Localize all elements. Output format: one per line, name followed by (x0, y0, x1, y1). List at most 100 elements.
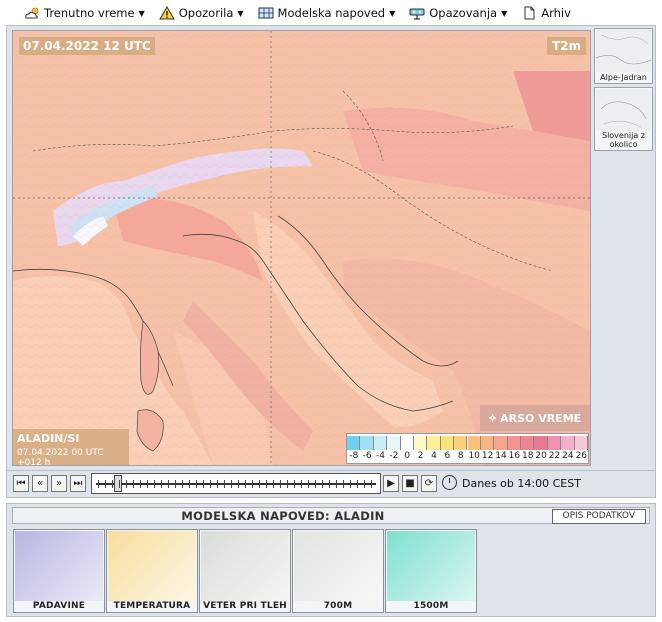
product-image (201, 531, 289, 601)
legend-label: -4 (375, 451, 385, 461)
menu-label: Modelska napoved (277, 6, 386, 20)
slider-tick (189, 480, 190, 488)
slider-tick (301, 480, 302, 488)
slider-tick (161, 480, 162, 488)
menu-label: Trenutno vreme (44, 6, 135, 20)
product-thumb-700m[interactable]: 700M (292, 529, 384, 613)
slider-tick (280, 480, 281, 488)
slider-tick (294, 480, 295, 488)
slider-handle[interactable] (114, 475, 122, 492)
menu-trenutno-vreme[interactable]: Trenutno vreme ▼ (24, 6, 145, 20)
data-description-button[interactable]: OPIS PODATKOV (551, 509, 646, 524)
slider-tick (147, 480, 148, 488)
product-panel: MODELSKA NAPOVED: ALADIN OPIS PODATKOV P… (6, 503, 656, 617)
legend-swatch (387, 436, 401, 450)
legend-swatch (494, 436, 508, 450)
product-label: VETER PRI TLEH (203, 601, 287, 611)
arso-logo-icon: ⟡ (488, 411, 497, 424)
model-info: ALADIN/SI 07.04.2022 00 UTC +012 h (13, 429, 129, 465)
region-map-image (596, 89, 651, 131)
region-thumb-slovenija[interactable]: Slovenija z okolico (594, 87, 653, 151)
temperature-map-graphic (13, 31, 590, 465)
menu-label: Opozorila (178, 6, 234, 20)
first-frame-button[interactable]: ⏮ (13, 475, 29, 492)
play-button[interactable]: ▶ (383, 475, 399, 492)
animation-controls: ⏮ « » ⏭ ▶ ■ ⟳ Danes ob 14:00 CEST (6, 471, 656, 498)
legend-label: 12 (481, 451, 494, 461)
slider-tick (308, 480, 309, 488)
legend-label: 18 (522, 451, 534, 461)
play-icon: ▶ (387, 478, 395, 489)
product-thumb-padavine[interactable]: PADAVINE (13, 529, 105, 613)
current-time-label: Danes ob 14:00 CEST (462, 477, 581, 490)
product-thumb-veter[interactable]: VETER PRI TLEH (199, 529, 291, 613)
menu-opazovanja[interactable]: Opazovanja ▼ (409, 6, 507, 20)
cloud-sun-icon (25, 7, 39, 19)
chevron-down-icon: ▼ (389, 8, 396, 18)
legend-label: 26 (575, 451, 588, 461)
forecast-map[interactable]: 07.04.2022 12 UTC T2m ALADIN/SI 07.04.20… (12, 30, 591, 466)
step-forward-button[interactable]: » (51, 475, 67, 492)
warning-icon (158, 6, 175, 20)
product-image (294, 531, 382, 601)
legend-swatch (507, 436, 522, 450)
slider-tick (329, 480, 330, 488)
region-label: Alpe-Jadran (600, 73, 647, 82)
document-icon (524, 6, 535, 20)
legend-swatch (534, 436, 548, 450)
menu-label: Arhiv (541, 6, 571, 20)
legend-label: 0 (404, 451, 411, 461)
model-grid-icon (258, 7, 274, 19)
slider-tick (217, 480, 218, 488)
top-menu: Trenutno vreme ▼ Opozorila ▼ Modelska napo… (6, 2, 656, 24)
slider-tick (140, 480, 141, 488)
slider-tick (315, 480, 316, 488)
skip-last-icon: ⏭ (73, 478, 83, 489)
legend-swatch (347, 436, 361, 450)
slider-tick (175, 480, 176, 488)
legend-swatch (574, 436, 588, 450)
slider-tick (119, 480, 120, 488)
legend-swatch (561, 436, 575, 450)
clock-icon (442, 475, 457, 490)
legend-label: 14 (495, 451, 507, 461)
legend-swatch (454, 436, 468, 450)
slider-track (96, 483, 376, 485)
slider-tick (343, 480, 344, 488)
region-thumb-alpe-jadran[interactable]: Alpe-Jadran (594, 28, 653, 84)
chevron-down-icon: ▼ (501, 8, 508, 18)
skip-first-icon: ⏮ (16, 478, 26, 489)
product-label: 700M (323, 601, 353, 611)
step-back-button[interactable]: « (32, 475, 48, 492)
slider-tick (364, 480, 365, 488)
slider-tick (196, 480, 197, 488)
slider-tick (266, 480, 267, 488)
legend-label: 22 (548, 451, 561, 461)
time-slider[interactable] (91, 473, 381, 494)
product-image (108, 531, 196, 601)
slider-tick (287, 480, 288, 488)
loop-icon: ⟳ (424, 478, 434, 489)
slider-tick (98, 480, 99, 488)
slider-tick (154, 480, 155, 488)
menu-arhiv[interactable]: Arhiv (521, 6, 571, 20)
legend-label: 4 (431, 451, 437, 461)
legend-label: 16 (508, 451, 521, 461)
menu-opozorila[interactable]: Opozorila ▼ (158, 6, 244, 20)
stop-button[interactable]: ■ (402, 475, 418, 492)
product-thumb-1500m[interactable]: 1500M (385, 529, 477, 613)
radar-station-icon (409, 8, 425, 20)
product-image (387, 531, 475, 601)
forecast-datetime: 07.04.2022 12 UTC (19, 37, 155, 55)
product-thumb-temperatura[interactable]: TEMPERATURA (106, 529, 198, 613)
slider-tick (112, 480, 113, 488)
slider-tick (210, 480, 211, 488)
legend-swatch (427, 436, 441, 450)
slider-tick (322, 480, 323, 488)
legend-label: 2 (417, 451, 424, 461)
legend-swatch (547, 436, 562, 450)
loop-button[interactable]: ⟳ (421, 475, 437, 492)
menu-modelska-napoved[interactable]: Modelska napoved ▼ (258, 6, 396, 20)
last-frame-button[interactable]: ⏭ (70, 475, 86, 492)
legend-swatch (373, 436, 388, 450)
